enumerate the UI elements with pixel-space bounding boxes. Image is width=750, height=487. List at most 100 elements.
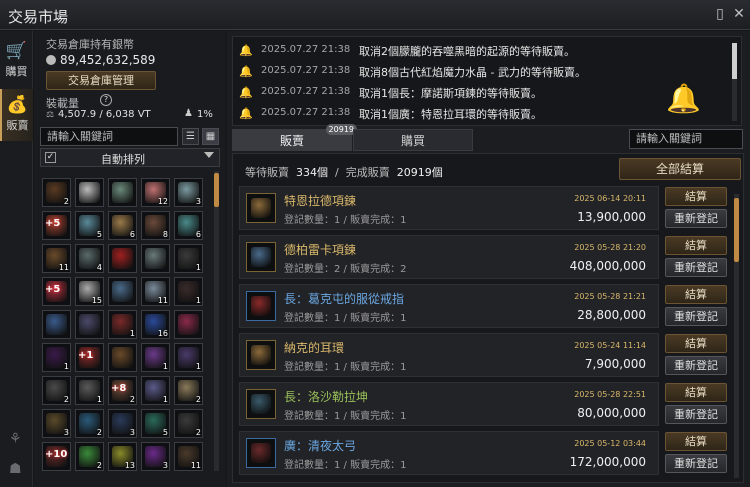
- inventory-slot[interactable]: 1: [174, 343, 203, 372]
- log-scrollbar[interactable]: [732, 43, 737, 121]
- sell-order-row[interactable]: 廣：清夜太弓 登記數量：1 / 販賣完成：1 2025 05-12 03:44 172…: [239, 431, 659, 475]
- item-count: 1: [195, 263, 201, 272]
- order-registration: 登記數量：2 / 販賣完成：2: [284, 264, 407, 275]
- inventory-slot[interactable]: 8: [141, 211, 170, 240]
- inventory-slot[interactable]: +10: [42, 442, 71, 471]
- inventory-slot[interactable]: [108, 277, 137, 306]
- inventory-slot[interactable]: 2: [75, 442, 104, 471]
- order-item-icon: [246, 242, 276, 272]
- inventory-slot[interactable]: 11: [42, 244, 71, 273]
- inventory-slot[interactable]: 15: [75, 277, 104, 306]
- phone-icon[interactable]: ▯: [712, 6, 728, 22]
- inventory-slot[interactable]: [108, 343, 137, 372]
- inventory-slot[interactable]: [42, 310, 71, 339]
- relist-button[interactable]: 重新登記: [665, 405, 727, 424]
- inventory-slot[interactable]: [141, 244, 170, 273]
- sell-order-row[interactable]: 德柏雷卡項鍊 登記數量：2 / 販賣完成：2 2025 05-28 21:20 408…: [239, 235, 659, 279]
- item-count: 11: [58, 263, 69, 272]
- inventory-slot[interactable]: +5: [42, 211, 71, 240]
- auto-sort-dropdown[interactable]: ✓ 自動排列: [40, 148, 220, 167]
- inventory-slot[interactable]: 1: [174, 244, 203, 273]
- help-icon[interactable]: ?: [100, 94, 112, 106]
- relist-button[interactable]: 重新登記: [665, 356, 727, 375]
- orders-scroll-thumb[interactable]: [734, 198, 739, 262]
- inventory-slot[interactable]: 3: [174, 178, 203, 207]
- settle-button[interactable]: 結算: [665, 383, 727, 402]
- inventory-slot[interactable]: 1: [42, 343, 71, 372]
- warehouse-manage-button[interactable]: 交易倉庫管理: [46, 71, 156, 90]
- orders-scrollbar[interactable]: [734, 194, 739, 478]
- inventory-slot[interactable]: 2: [174, 376, 203, 405]
- tab-buy-orders[interactable]: 購買: [353, 129, 473, 151]
- relist-button[interactable]: 重新登記: [665, 307, 727, 326]
- settle-button[interactable]: 結算: [665, 432, 727, 451]
- inventory-slot[interactable]: 5: [141, 409, 170, 438]
- item-count: 8: [162, 230, 168, 239]
- item-count: 6: [129, 230, 135, 239]
- grid-view-button[interactable]: ▦: [202, 128, 219, 145]
- inventory-slot[interactable]: 1: [108, 310, 137, 339]
- inventory-slot[interactable]: [108, 244, 137, 273]
- inventory-slot[interactable]: 3: [108, 409, 137, 438]
- settle-button[interactable]: 結算: [665, 334, 727, 353]
- inventory-slot[interactable]: 2: [75, 409, 104, 438]
- helmet-icon[interactable]: ☗: [9, 461, 22, 477]
- inventory-scroll-thumb[interactable]: [214, 173, 219, 207]
- log-scroll-thumb[interactable]: [732, 43, 737, 79]
- relist-button[interactable]: 重新登記: [665, 454, 727, 473]
- inventory-slot[interactable]: 4: [75, 244, 104, 273]
- item-count: 5: [162, 428, 168, 437]
- inventory-slot[interactable]: 11: [141, 277, 170, 306]
- close-icon[interactable]: ✕: [731, 6, 747, 22]
- inventory-search-input[interactable]: 請輸入關鍵詞: [40, 127, 178, 146]
- log-row: 🔔 2025.07.27 21:38 取消1個廣：特恩拉耳環的等待販賣。: [239, 104, 719, 124]
- inventory-slot[interactable]: 2: [174, 409, 203, 438]
- settle-button[interactable]: 結算: [665, 285, 727, 304]
- inventory-slot[interactable]: 1: [141, 343, 170, 372]
- inventory-slot[interactable]: 3: [42, 409, 71, 438]
- inventory-slot[interactable]: 1: [141, 376, 170, 405]
- list-view-button[interactable]: ☰: [182, 128, 199, 145]
- inventory-slot[interactable]: [75, 178, 104, 207]
- inventory-slot[interactable]: 3: [141, 442, 170, 471]
- notification-log: 🔔 2025.07.27 21:38 取消2個朦朧的吞噬黑暗的起源的等待販賣。 …: [232, 36, 742, 126]
- inventory-slot[interactable]: 5: [75, 211, 104, 240]
- sell-order-row[interactable]: 特恩拉德項鍊 登記數量：1 / 販賣完成：1 2025 06-14 20:11 13,…: [239, 186, 659, 230]
- log-row: 🔔 2025.07.27 21:38 取消2個朦朧的吞噬黑暗的起源的等待販賣。: [239, 41, 719, 61]
- auto-sort-checkbox[interactable]: ✓: [45, 152, 56, 163]
- settle-button[interactable]: 結算: [665, 236, 727, 255]
- inventory-slot[interactable]: 1: [174, 277, 203, 306]
- relist-button[interactable]: 重新登記: [665, 209, 727, 228]
- order-price: 13,900,000: [577, 210, 646, 224]
- settle-all-button[interactable]: 全部結算: [619, 158, 741, 180]
- tree-icon[interactable]: ⚘: [9, 431, 22, 447]
- inventory-slot[interactable]: 16: [141, 310, 170, 339]
- inventory-slot[interactable]: 2: [42, 178, 71, 207]
- inventory-slot[interactable]: [75, 310, 104, 339]
- silver-value: 89,452,632,589: [60, 53, 156, 67]
- order-registration: 登記數量：1 / 販賣完成：1: [284, 313, 407, 324]
- tab-sell[interactable]: 💰 販賣: [0, 89, 33, 141]
- tab-sell-orders[interactable]: 販賣 20919: [232, 124, 357, 151]
- inventory-slot[interactable]: +5: [42, 277, 71, 306]
- sell-order-row[interactable]: 長：葛克屯的服從戒指 登記數量：1 / 販賣完成：1 2025 05-28 21:2…: [239, 284, 659, 328]
- inventory-slot[interactable]: +1: [75, 343, 104, 372]
- tab-buy[interactable]: 🛒 購買: [0, 35, 33, 87]
- inventory-slot[interactable]: 6: [174, 211, 203, 240]
- sell-orders-pane: 等待販賣 334個 / 完成販賣 20919個 全部結算 特恩拉德項鍊 登記數量：…: [232, 153, 744, 483]
- inventory-slot[interactable]: 2: [42, 376, 71, 405]
- inventory-slot[interactable]: 13: [108, 442, 137, 471]
- inventory-slot[interactable]: +8 2: [108, 376, 137, 405]
- market-search-input[interactable]: 請輸入關鍵詞: [629, 129, 743, 149]
- inventory-slot[interactable]: 12: [141, 178, 170, 207]
- inventory-scrollbar[interactable]: [214, 171, 219, 471]
- settle-button[interactable]: 結算: [665, 187, 727, 206]
- inventory-slot[interactable]: [108, 178, 137, 207]
- inventory-slot[interactable]: 6: [108, 211, 137, 240]
- relist-button[interactable]: 重新登記: [665, 258, 727, 277]
- inventory-slot[interactable]: 1: [75, 376, 104, 405]
- sell-order-row[interactable]: 納克的耳環 登記數量：1 / 販賣完成：1 2025 05-24 11:14 7,90…: [239, 333, 659, 377]
- inventory-slot[interactable]: 11: [174, 442, 203, 471]
- inventory-slot[interactable]: [174, 310, 203, 339]
- sell-order-row[interactable]: 長：洛沙勒拉坤 登記數量：1 / 販賣完成：1 2025 05-28 22:51 80…: [239, 382, 659, 426]
